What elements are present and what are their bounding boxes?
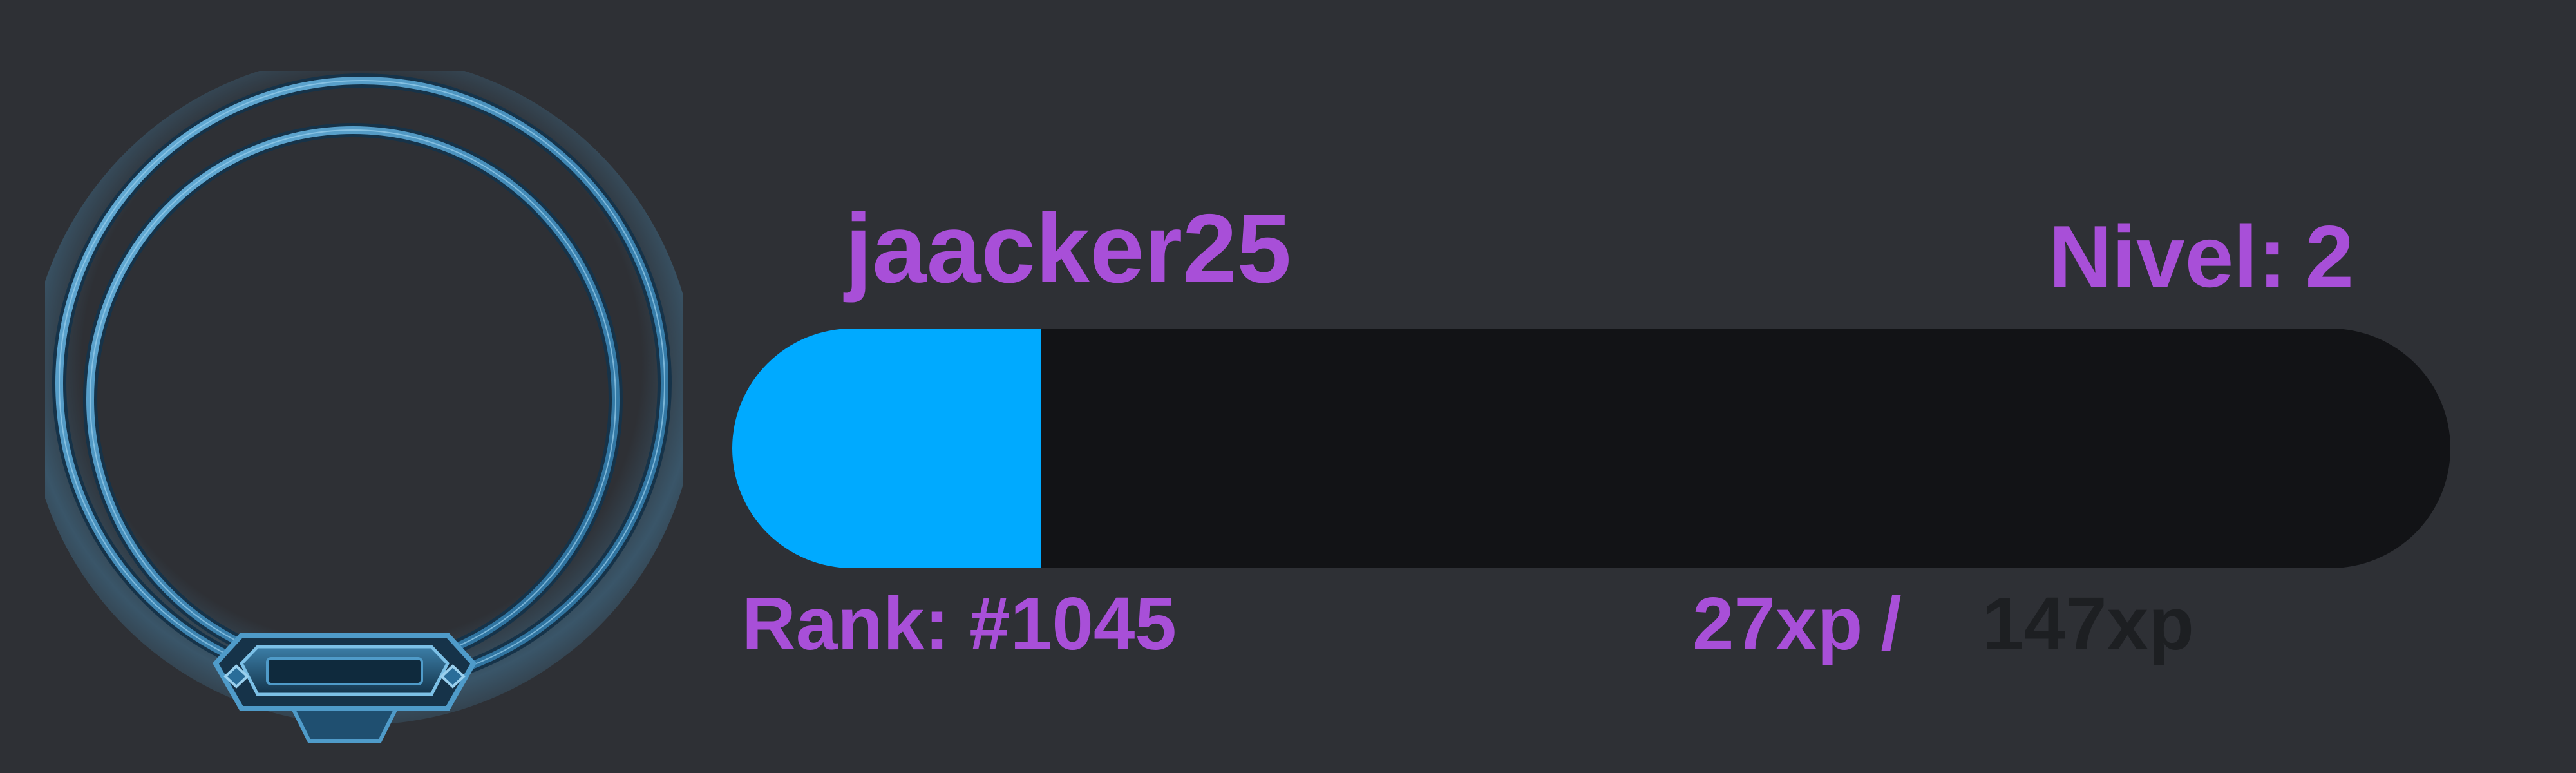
rank-value: #1045 — [969, 582, 1177, 665]
rank-indicator: Rank: #1045 — [742, 586, 1177, 661]
xp-current-value: 27xp — [1692, 582, 1863, 665]
avatar-ring-frame-icon — [45, 71, 683, 767]
xp-current-indicator: 27xp / — [1692, 586, 1902, 661]
xp-progress-fill — [732, 329, 1042, 568]
level-card: jaacker25 Nivel: 2 Rank: #1045 27xp/ 147xp — [0, 0, 2576, 773]
rank-label: Rank: — [742, 582, 950, 665]
level-label: Nivel: — [2049, 207, 2287, 305]
xp-progress-bar — [732, 329, 2450, 568]
level-indicator: Nivel: 2 — [2049, 213, 2354, 300]
xp-separator: / — [1880, 582, 1902, 665]
level-value: 2 — [2305, 207, 2354, 305]
username-label: jaacker25 — [845, 194, 1292, 303]
xp-total-value: 147xp — [1982, 582, 2194, 665]
